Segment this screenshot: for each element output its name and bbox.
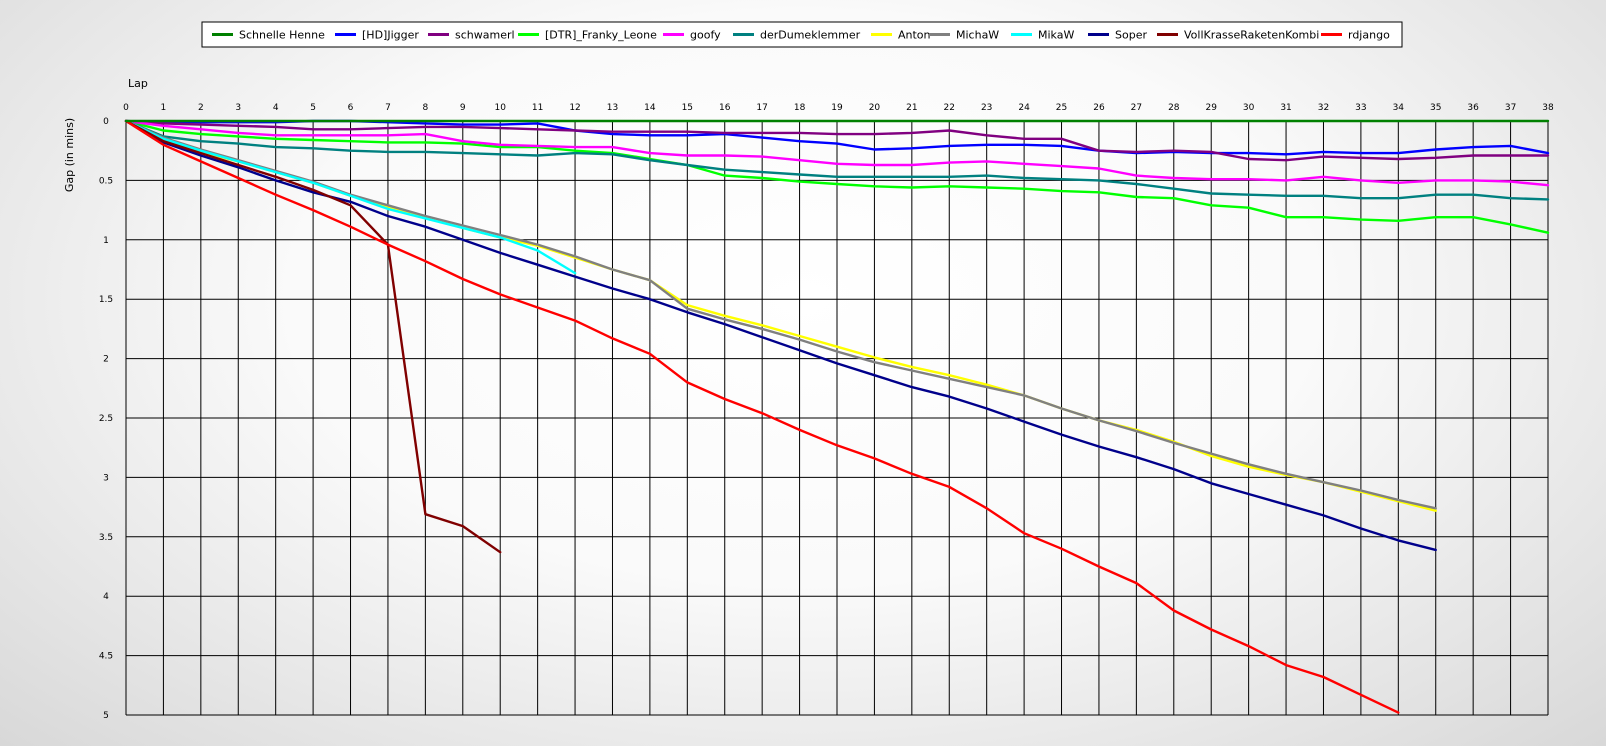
- y-tick-label: 0.5: [99, 176, 113, 186]
- x-tick-label: 36: [1467, 103, 1479, 113]
- legend-label: MikaW: [1038, 29, 1074, 42]
- x-tick-label: 31: [1280, 103, 1291, 113]
- legend-label: rdjango: [1348, 29, 1390, 42]
- y-tick-label: 2: [103, 355, 109, 365]
- y-tick-label: 4: [103, 592, 109, 602]
- x-tick-label: 16: [719, 103, 731, 113]
- x-tick-label: 4: [273, 103, 279, 113]
- y-tick-label: 1.5: [99, 295, 113, 305]
- x-tick-label: 19: [831, 103, 843, 113]
- legend-label: Soper: [1115, 29, 1147, 42]
- x-tick-label: 30: [1243, 103, 1255, 113]
- x-tick-label: 6: [348, 103, 354, 113]
- x-tick-label: 7: [385, 103, 391, 113]
- y-axis-title: Gap (in mins): [63, 118, 76, 192]
- x-tick-label: 22: [944, 103, 955, 113]
- y-tick-label: 1: [103, 236, 109, 246]
- x-tick-label: 32: [1318, 103, 1329, 113]
- legend-label: MichaW: [956, 29, 999, 42]
- x-tick-label: 27: [1131, 103, 1142, 113]
- gap-chart: Schnelle Henne [HD]Jigger schwamerl [DTR]_F…: [63, 21, 1554, 721]
- x-tick-label: 9: [460, 103, 466, 113]
- x-tick-label: 1: [161, 103, 167, 113]
- x-tick-label: 25: [1056, 103, 1067, 113]
- legend-label: VollKrasseRaketenKombi: [1184, 29, 1319, 42]
- x-tick-label: 29: [1205, 103, 1217, 113]
- legend-label: goofy: [690, 29, 721, 42]
- legend-label: [HD]Jigger: [362, 29, 419, 42]
- x-tick-label: 13: [607, 103, 618, 113]
- chart-grid: [125, 120, 1549, 716]
- x-tick-label: 26: [1093, 103, 1105, 113]
- x-tick-label: 20: [869, 103, 881, 113]
- x-tick-label: 38: [1542, 103, 1554, 113]
- x-tick-label: 33: [1355, 103, 1366, 113]
- x-tick-label: 34: [1393, 103, 1405, 113]
- x-tick-label: 28: [1168, 103, 1180, 113]
- x-tick-label: 15: [682, 103, 693, 113]
- x-tick-label: 24: [1018, 103, 1030, 113]
- x-tick-label: 14: [644, 103, 656, 113]
- x-tick-label: 37: [1505, 103, 1516, 113]
- legend: Schnelle Henne [HD]Jigger schwamerl [DTR]_F…: [201, 21, 1403, 48]
- x-tick-label: 10: [494, 103, 506, 113]
- x-tick-label: 8: [423, 103, 429, 113]
- x-tick-label: 11: [532, 103, 543, 113]
- x-tick-label: 0: [123, 103, 129, 113]
- x-tick-label: 17: [756, 103, 767, 113]
- x-tick-label: 12: [569, 103, 580, 113]
- legend-label: derDumeklemmer: [760, 29, 861, 42]
- y-tick-label: 3.5: [99, 533, 113, 543]
- y-tick-label: 4.5: [99, 652, 113, 662]
- y-tick-label: 2.5: [99, 414, 113, 424]
- y-tick-label: 3: [103, 473, 109, 483]
- x-tick-label: 2: [198, 103, 204, 113]
- legend-label: schwamerl: [455, 29, 515, 42]
- legend-label: Anton: [898, 29, 931, 42]
- x-tick-label: 18: [794, 103, 806, 113]
- x-axis-title: Lap: [128, 77, 148, 90]
- x-tick-label: 35: [1430, 103, 1441, 113]
- x-tick-label: 5: [310, 103, 316, 113]
- x-tick-label: 23: [981, 103, 992, 113]
- legend-label: Schnelle Henne: [239, 29, 325, 42]
- y-tick-label: 0: [103, 117, 109, 127]
- legend-label: [DTR]_Franky_Leone: [545, 29, 657, 42]
- y-tick-label: 5: [103, 711, 109, 721]
- x-tick-label: 3: [235, 103, 241, 113]
- x-tick-label: 21: [906, 103, 917, 113]
